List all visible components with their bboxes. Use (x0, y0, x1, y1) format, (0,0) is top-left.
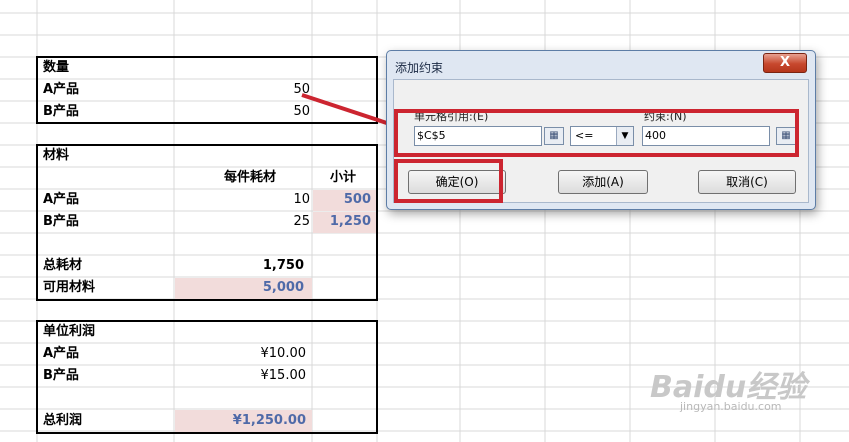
baidu-watermark-url: jingyan.baidu.com (680, 400, 782, 413)
dialog-close-button[interactable]: X (763, 53, 807, 73)
cancel-button[interactable]: 取消(C) (698, 170, 796, 194)
ok-button-highlight (394, 159, 503, 203)
dialog-title: 添加约束 (395, 61, 444, 75)
add-button[interactable]: 添加(A) (558, 170, 648, 194)
inputs-highlight (394, 109, 799, 157)
